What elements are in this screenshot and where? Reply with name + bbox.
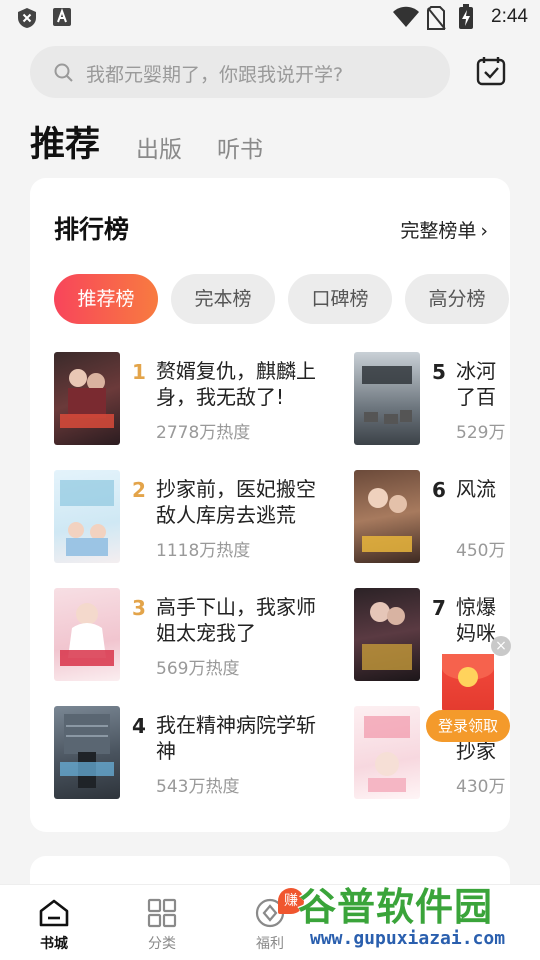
book-heat: 569万热度 xyxy=(156,659,240,679)
watermark-url: www.gupuxiazai.com xyxy=(310,928,506,949)
clock: 2:44 xyxy=(491,6,528,27)
tab-publish[interactable]: 出版 xyxy=(136,130,182,164)
search-icon xyxy=(54,63,73,82)
rank-number: 1 xyxy=(132,360,146,384)
rank-number: 5 xyxy=(432,360,446,384)
close-icon[interactable]: × xyxy=(491,636,511,656)
full-ranking-label: 完整榜单 xyxy=(400,220,477,242)
rank-number: 4 xyxy=(132,714,146,738)
chip-reputation[interactable]: 口碑榜 xyxy=(288,274,392,324)
book-title: 高手下山，我家师姐太宠我了 xyxy=(156,595,316,645)
status-bar: 2:44 xyxy=(0,0,540,36)
book-cover xyxy=(354,706,420,799)
book-title: 冰河 了百 xyxy=(456,359,496,409)
red-packet-icon[interactable] xyxy=(442,654,494,714)
full-ranking-link[interactable]: 完整榜单 › xyxy=(400,216,488,243)
book-item[interactable]: 5 冰河 了百 529万 xyxy=(354,352,510,448)
book-heat: 450万 xyxy=(456,541,506,561)
book-cover xyxy=(354,352,420,445)
nav-label: 书城 xyxy=(40,936,68,952)
book-title: 抄家前，医妃搬空敌人库房去逃荒 xyxy=(156,477,316,527)
book-cover xyxy=(54,706,120,799)
search-placeholder: 我都元婴期了，你跟我说开学? xyxy=(86,64,344,86)
book-cover xyxy=(54,470,120,563)
book-item[interactable]: 3 高手下山，我家师姐太宠我了 569万热度 xyxy=(54,588,344,684)
wifi-icon xyxy=(393,6,419,27)
tab-recommend[interactable]: 推荐 xyxy=(30,116,100,167)
book-heat: 1118万热度 xyxy=(156,541,251,561)
book-item[interactable]: 6 风流 450万 xyxy=(354,470,510,566)
no-sim-icon xyxy=(427,6,446,30)
book-item[interactable]: 1 赘婿复仇，麒麟上身，我无敌了! 2778万热度 xyxy=(54,352,344,448)
font-a-icon xyxy=(53,8,71,26)
battery-charging-icon xyxy=(459,4,473,29)
chevron-right-icon: › xyxy=(480,220,488,242)
search-bar[interactable]: 我都元婴期了，你跟我说开学? xyxy=(30,46,450,98)
rank-number: 7 xyxy=(432,596,446,620)
book-item[interactable]: 2 抄家前，医妃搬空敌人库房去逃荒 1118万热度 xyxy=(54,470,344,566)
chip-high-score[interactable]: 高分榜 xyxy=(405,274,509,324)
shield-x-icon xyxy=(18,8,36,28)
book-heat: 430万 xyxy=(456,777,506,797)
rank-number: 2 xyxy=(132,478,146,502)
chip-completed[interactable]: 完本榜 xyxy=(171,274,275,324)
book-title: 我在精神病院学斩神 xyxy=(156,713,316,763)
book-cover xyxy=(354,470,420,563)
watermark: 谷普软件园 www.gupuxiazai.com xyxy=(296,874,540,960)
nav-label: 分类 xyxy=(148,936,176,952)
book-title: 风流 xyxy=(456,477,496,501)
ranking-title: 排行榜 xyxy=(54,215,130,244)
home-icon xyxy=(39,899,69,927)
grid-icon xyxy=(147,898,177,928)
book-item[interactable]: 4 我在精神病院学斩神 543万热度 xyxy=(54,706,344,802)
book-cover xyxy=(354,588,420,681)
watermark-text: 谷普软件园 xyxy=(298,885,494,929)
chip-recommend[interactable]: 推荐榜 xyxy=(54,274,158,324)
book-heat: 2778万热度 xyxy=(156,423,251,443)
book-title: 赘婿复仇，麒麟上身，我无敌了! xyxy=(156,359,316,409)
tab-audiobook[interactable]: 听书 xyxy=(217,130,263,164)
rank-number: 6 xyxy=(432,478,446,502)
book-cover xyxy=(54,352,120,445)
book-heat: 529万 xyxy=(456,423,506,443)
calendar-checkin-icon[interactable] xyxy=(474,54,508,88)
book-cover xyxy=(54,588,120,681)
book-heat: 543万热度 xyxy=(156,777,240,797)
login-claim-button[interactable]: 登录领取 xyxy=(426,710,510,742)
rank-number: 3 xyxy=(132,596,146,620)
nav-bookstore[interactable]: 书城 xyxy=(14,885,94,960)
nav-category[interactable]: 分类 xyxy=(122,885,202,960)
